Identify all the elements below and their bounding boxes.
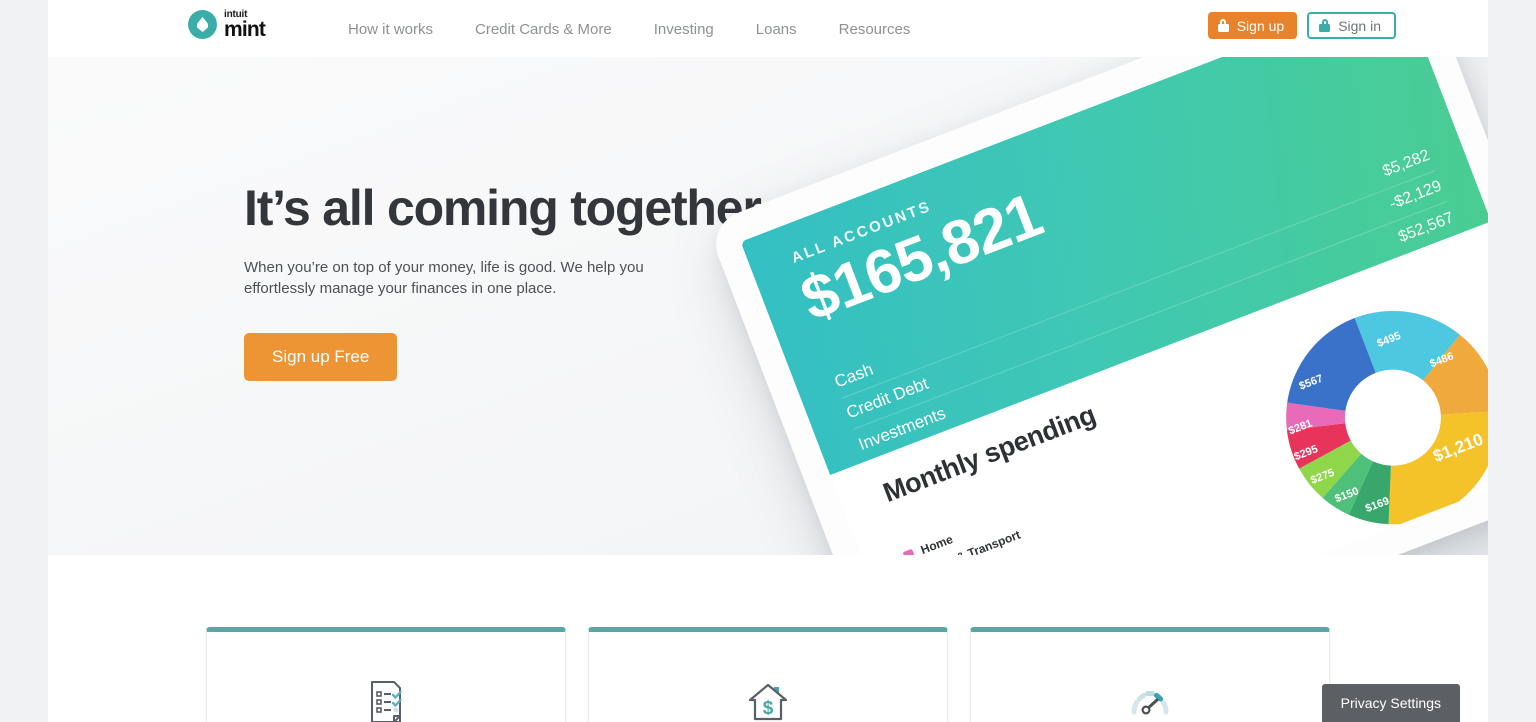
feature-cards-section: $	[48, 555, 1488, 722]
tablet-device: ALL ACCOUNTS $165,821 Cash $5,282 Credit…	[706, 57, 1488, 555]
sign-up-label: Sign up	[1236, 17, 1285, 34]
feature-cards-row: $	[206, 627, 1330, 722]
logo-mint-text: mint	[224, 18, 266, 42]
legend-label: Home	[918, 532, 955, 555]
privacy-settings-button[interactable]: Privacy Settings	[1321, 684, 1460, 722]
mint-droplet-logo-icon	[188, 10, 217, 39]
svg-text:$: $	[763, 698, 774, 719]
nav-item-credit-cards[interactable]: Credit Cards & More	[475, 21, 612, 38]
sign-in-label: Sign in	[1338, 17, 1381, 34]
sign-in-button[interactable]: Sign in	[1307, 12, 1396, 39]
hero-section: It’s all coming together When you’re on …	[48, 57, 1488, 555]
sign-up-free-button[interactable]: Sign up Free	[244, 332, 398, 381]
mint-logo[interactable]: intuit mint	[188, 10, 266, 42]
house-dollar-icon: $	[748, 683, 788, 721]
nav-item-resources[interactable]: Resources	[839, 21, 911, 38]
page-container: intuit mint How it works Credit Cards & …	[48, 0, 1488, 722]
sign-up-button[interactable]: Sign up	[1207, 12, 1298, 39]
nav-item-investing[interactable]: Investing	[654, 21, 714, 38]
checklist-document-icon	[371, 681, 402, 722]
site-header: intuit mint How it works Credit Cards & …	[48, 0, 1488, 57]
hero-subtext: When you’re on top of your money, life i…	[244, 259, 644, 298]
feature-card-budgeting[interactable]	[206, 627, 566, 722]
tablet-mockup: ALL ACCOUNTS $165,821 Cash $5,282 Credit…	[636, 57, 1488, 555]
lock-icon	[1319, 19, 1331, 32]
lock-icon	[1217, 19, 1229, 32]
auth-actions: Sign up Sign in	[1207, 12, 1396, 39]
main-navigation: How it works Credit Cards & More Investi…	[348, 21, 910, 38]
feature-card-home-value[interactable]: $	[588, 627, 948, 722]
spending-legend: Home Auto & Transport Food & Dining	[902, 509, 1051, 555]
credit-score-gauge-icon	[1131, 690, 1169, 715]
nav-item-how-it-works[interactable]: How it works	[348, 21, 433, 38]
monthly-spending-donut-chart: $495 $486 $1,210 $169 $150 $275 $295 $28…	[1243, 268, 1488, 555]
tablet-screen: ALL ACCOUNTS $165,821 Cash $5,282 Credit…	[740, 57, 1488, 555]
feature-card-credit-score[interactable]	[970, 627, 1330, 722]
nav-item-loans[interactable]: Loans	[756, 21, 797, 38]
